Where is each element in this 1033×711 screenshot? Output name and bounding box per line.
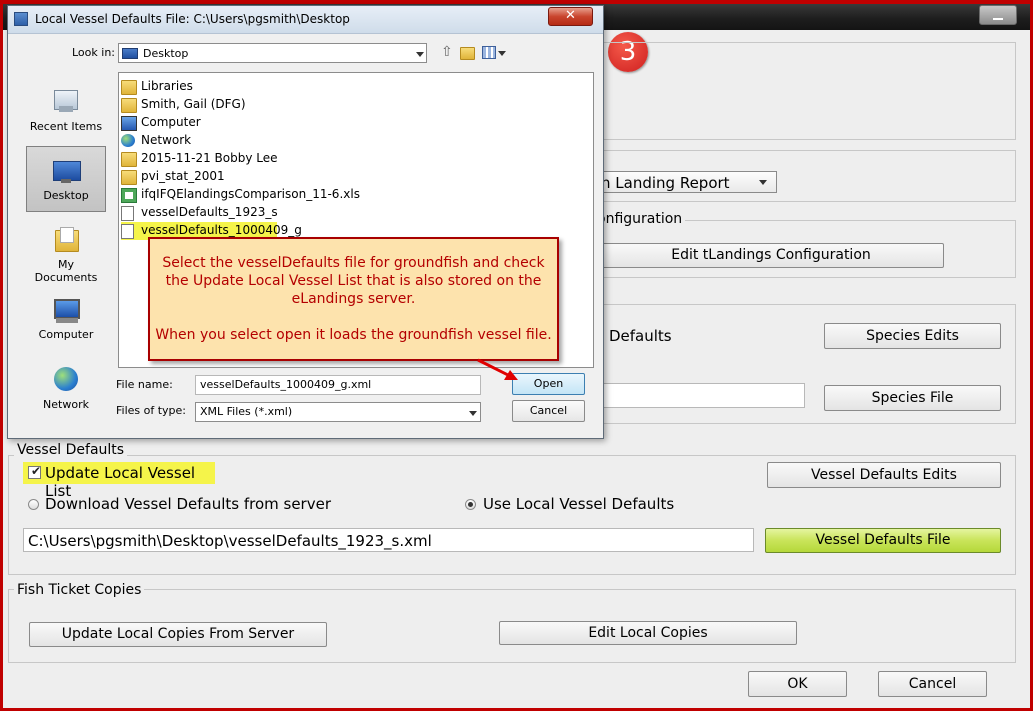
desktop-icon	[122, 48, 138, 59]
arrow-line	[477, 358, 511, 378]
file-type-select[interactable]: XML Files (*.xml)	[195, 402, 481, 422]
folder-icon	[121, 170, 137, 185]
landing-report-select[interactable]: n Landing Report	[596, 171, 777, 193]
my-documents-icon	[51, 226, 81, 254]
download-vessel-defaults-label: Download Vessel Defaults from server	[45, 495, 331, 513]
sidebar-label: Desktop	[43, 189, 89, 202]
file-name: ifqIFQElandingsComparison_11-6.xls	[141, 187, 360, 201]
file-type-label: Files of type:	[116, 404, 187, 417]
document-icon	[121, 206, 134, 221]
minimize-button[interactable]	[979, 5, 1017, 25]
computer-icon	[51, 296, 81, 324]
species-file-input[interactable]	[598, 383, 805, 408]
recent-items-icon	[51, 88, 81, 116]
up-folder-icon[interactable]: ⇧	[441, 44, 453, 60]
vessel-defaults-file-button[interactable]: Vessel Defaults File	[765, 528, 1001, 553]
file-name: Smith, Gail (DFG)	[141, 97, 246, 111]
view-menu-icon[interactable]	[482, 46, 496, 59]
sidebar-item-network[interactable]: Network	[26, 356, 106, 422]
file-name: Libraries	[141, 79, 193, 93]
user-folder-icon	[121, 98, 137, 113]
checkmark-icon: ✔	[31, 464, 42, 478]
sidebar-item-computer[interactable]: Computer	[26, 286, 106, 352]
network-icon	[51, 366, 81, 394]
folder-icon	[121, 152, 137, 167]
look-in-value: Desktop	[143, 47, 189, 60]
landing-report-value: n Landing Report	[601, 174, 730, 192]
file-type-value: XML Files (*.xml)	[200, 405, 293, 418]
sidebar-item-desktop[interactable]: Desktop	[26, 146, 106, 212]
callout-line: Select the vesselDefaults file for groun…	[162, 255, 545, 271]
sidebar-item-my-documents[interactable]: My Documents	[26, 216, 106, 284]
top-group	[600, 42, 1016, 140]
vessel-defaults-file-path-input[interactable]: C:\Users\pgsmith\Desktop\vesselDefaults_…	[23, 528, 754, 552]
callout-line: the Update Local Vessel List that is als…	[165, 273, 542, 289]
species-defaults-label: Defaults	[609, 327, 672, 345]
file-name: Network	[141, 133, 192, 147]
instruction-callout: Select the vesselDefaults file for groun…	[148, 237, 559, 361]
dialog-titlebar: Local Vessel Defaults File: C:\Users\pgs…	[8, 6, 603, 34]
use-local-vessel-defaults-label: Use Local Vessel Defaults	[483, 495, 675, 513]
update-local-vessel-list-checkbox[interactable]: ✔ Update Local Vessel List	[23, 462, 215, 500]
file-name: 2015-11-21 Bobby Lee	[141, 151, 278, 165]
chevron-down-icon	[469, 411, 477, 416]
dialog-title: Local Vessel Defaults File: C:\Users\pgs…	[35, 12, 350, 26]
edit-local-copies-button[interactable]: Edit Local Copies	[499, 621, 797, 645]
vessel-defaults-group-label: Vessel Defaults	[14, 442, 128, 458]
look-in-select[interactable]: Desktop	[118, 43, 427, 63]
sidebar-label: My Documents	[34, 258, 98, 284]
minimize-icon	[993, 18, 1003, 20]
folder-shape	[460, 47, 475, 60]
tlandings-group-label: onfiguration	[594, 211, 686, 227]
dialog-cancel-button[interactable]: Cancel	[512, 400, 585, 422]
sidebar-label: Recent Items	[29, 120, 103, 133]
dialog-close-button[interactable]: ✕	[548, 7, 593, 26]
callout-line: eLandings server.	[291, 291, 416, 307]
update-local-copies-button[interactable]: Update Local Copies From Server	[29, 622, 327, 647]
new-folder-icon[interactable]	[460, 47, 475, 60]
chevron-down-icon	[759, 180, 767, 185]
java-app-icon	[14, 12, 28, 26]
chevron-down-icon	[498, 51, 506, 56]
pointer-arrow	[477, 358, 518, 380]
callout-line: When you select open it loads the ground…	[155, 327, 552, 343]
computer-icon	[121, 116, 137, 131]
file-name: vesselDefaults_1000409_g	[141, 223, 302, 237]
sidebar-label: Computer	[38, 328, 94, 341]
sidebar-item-recent-items[interactable]: Recent Items	[26, 78, 106, 144]
file-name: vesselDefaults_1923_s	[141, 205, 278, 219]
edit-tlandings-configuration-button[interactable]: Edit tLandings Configuration	[598, 243, 944, 268]
file-name: Computer	[141, 115, 201, 129]
species-file-button[interactable]: Species File	[824, 385, 1001, 411]
libraries-icon	[121, 80, 137, 95]
fish-ticket-copies-group-label: Fish Ticket Copies	[14, 582, 145, 598]
file-name-label: File name:	[116, 378, 173, 391]
species-edits-button[interactable]: Species Edits	[824, 323, 1001, 349]
cancel-button[interactable]: Cancel	[878, 671, 987, 697]
vessel-defaults-edits-button[interactable]: Vessel Defaults Edits	[767, 462, 1001, 488]
use-local-vessel-defaults-radio[interactable]	[465, 499, 476, 510]
document-icon	[121, 224, 134, 239]
sidebar-label: Network	[43, 398, 89, 411]
look-in-label: Look in:	[72, 46, 115, 59]
chevron-down-icon	[416, 52, 424, 57]
checkbox[interactable]: ✔	[28, 464, 42, 479]
desktop-icon	[51, 157, 81, 185]
ok-button[interactable]: OK	[748, 671, 847, 697]
file-name: pvi_stat_2001	[141, 169, 225, 183]
excel-file-icon	[121, 188, 137, 203]
file-name-input[interactable]: vesselDefaults_1000409_g.xml	[195, 375, 481, 395]
close-icon: ✕	[565, 8, 576, 23]
download-vessel-defaults-radio[interactable]	[28, 499, 39, 510]
network-icon	[121, 134, 135, 147]
